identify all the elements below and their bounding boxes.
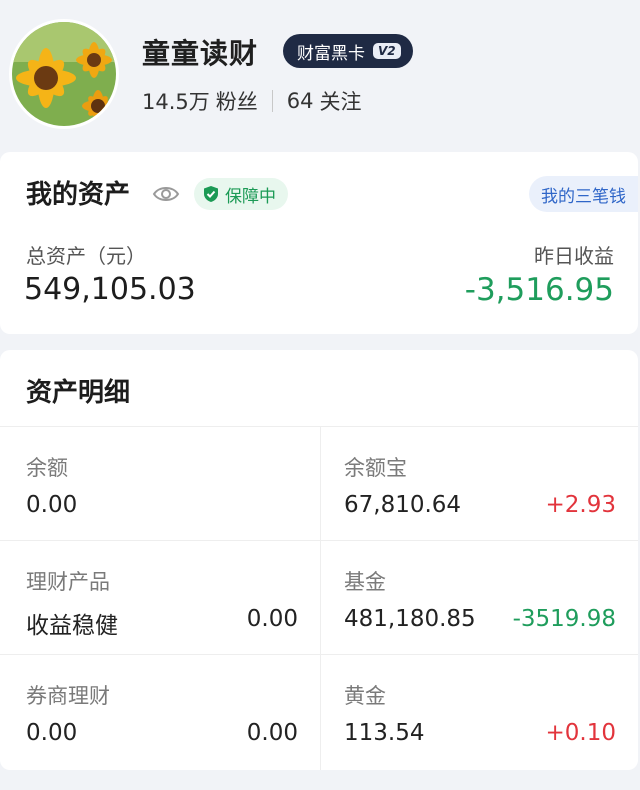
asset-label: 余额宝 <box>344 456 407 480</box>
total-assets-label: 总资产（元） <box>26 244 146 268</box>
asset-value: 113.54 <box>344 720 425 746</box>
asset-value: 收益稳健 <box>26 613 118 639</box>
vip-level-tag: V2 <box>373 43 401 59</box>
vip-badge-label: 财富黑卡 <box>297 43 365 64</box>
asset-change: +0.10 <box>545 720 616 746</box>
asset-change: -3519.98 <box>512 606 616 632</box>
asset-label: 黄金 <box>344 684 386 708</box>
three-money-button[interactable]: 我的三笔钱 <box>529 176 638 212</box>
detail-title: 资产明细 <box>26 378 131 408</box>
asset-amount: 0.00 <box>246 720 298 746</box>
asset-label: 基金 <box>344 570 386 594</box>
asset-cell-fund[interactable]: 基金 481,180.85 -3519.98 <box>344 566 616 676</box>
asset-value: 481,180.85 <box>344 606 476 632</box>
asset-cell-balance[interactable]: 余额 0.00 <box>26 452 316 562</box>
grid-divider <box>0 426 638 427</box>
summary-title: 我的资产 <box>26 180 131 210</box>
fans-label[interactable]: 粉丝 <box>216 86 258 116</box>
vip-badge[interactable]: 财富黑卡 V2 <box>283 34 413 68</box>
asset-cell-gold[interactable]: 黄金 113.54 +0.10 <box>344 680 616 790</box>
fans-count[interactable]: 14.5万 <box>142 86 210 116</box>
total-assets-value: 549,105.03 <box>24 272 196 307</box>
grid-vertical-divider <box>320 426 321 770</box>
profile-stats: 14.5万 粉丝 64 关注 <box>142 86 362 116</box>
asset-label: 理财产品 <box>26 570 110 594</box>
asset-amount: 0.00 <box>246 606 298 632</box>
shield-check-icon <box>204 186 218 202</box>
asset-value: 67,810.64 <box>344 492 462 518</box>
protect-badge[interactable]: 保障中 <box>194 178 288 210</box>
profile-header: 童童读财 财富黑卡 V2 14.5万 粉丝 64 关注 <box>0 0 640 140</box>
asset-cell-yuebao[interactable]: 余额宝 67,810.64 +2.93 <box>344 452 616 562</box>
asset-cell-broker-wealth[interactable]: 券商理财 0.00 0.00 <box>26 680 298 790</box>
avatar[interactable] <box>12 22 116 126</box>
yesterday-income-value: -3,516.95 <box>464 272 614 308</box>
asset-value: 0.00 <box>26 720 78 746</box>
asset-change: +2.93 <box>545 492 616 518</box>
protect-label: 保障中 <box>225 186 276 207</box>
asset-label: 余额 <box>26 456 68 480</box>
username: 童童读财 <box>142 37 259 70</box>
sunflower-avatar-icon <box>12 22 116 126</box>
asset-value: 0.00 <box>26 492 78 518</box>
asset-detail-card: 资产明细 余额 0.00 余额宝 67,810.64 +2.93 理财产品 收益… <box>0 350 638 770</box>
follow-count[interactable]: 64 <box>287 89 314 113</box>
follow-label[interactable]: 关注 <box>320 86 362 116</box>
asset-label: 券商理财 <box>26 684 110 708</box>
stats-divider <box>271 90 273 112</box>
eye-icon[interactable] <box>152 180 180 208</box>
yesterday-income-label: 昨日收益 <box>534 244 614 268</box>
asset-cell-wealth-products[interactable]: 理财产品 收益稳健 0.00 <box>26 566 298 676</box>
